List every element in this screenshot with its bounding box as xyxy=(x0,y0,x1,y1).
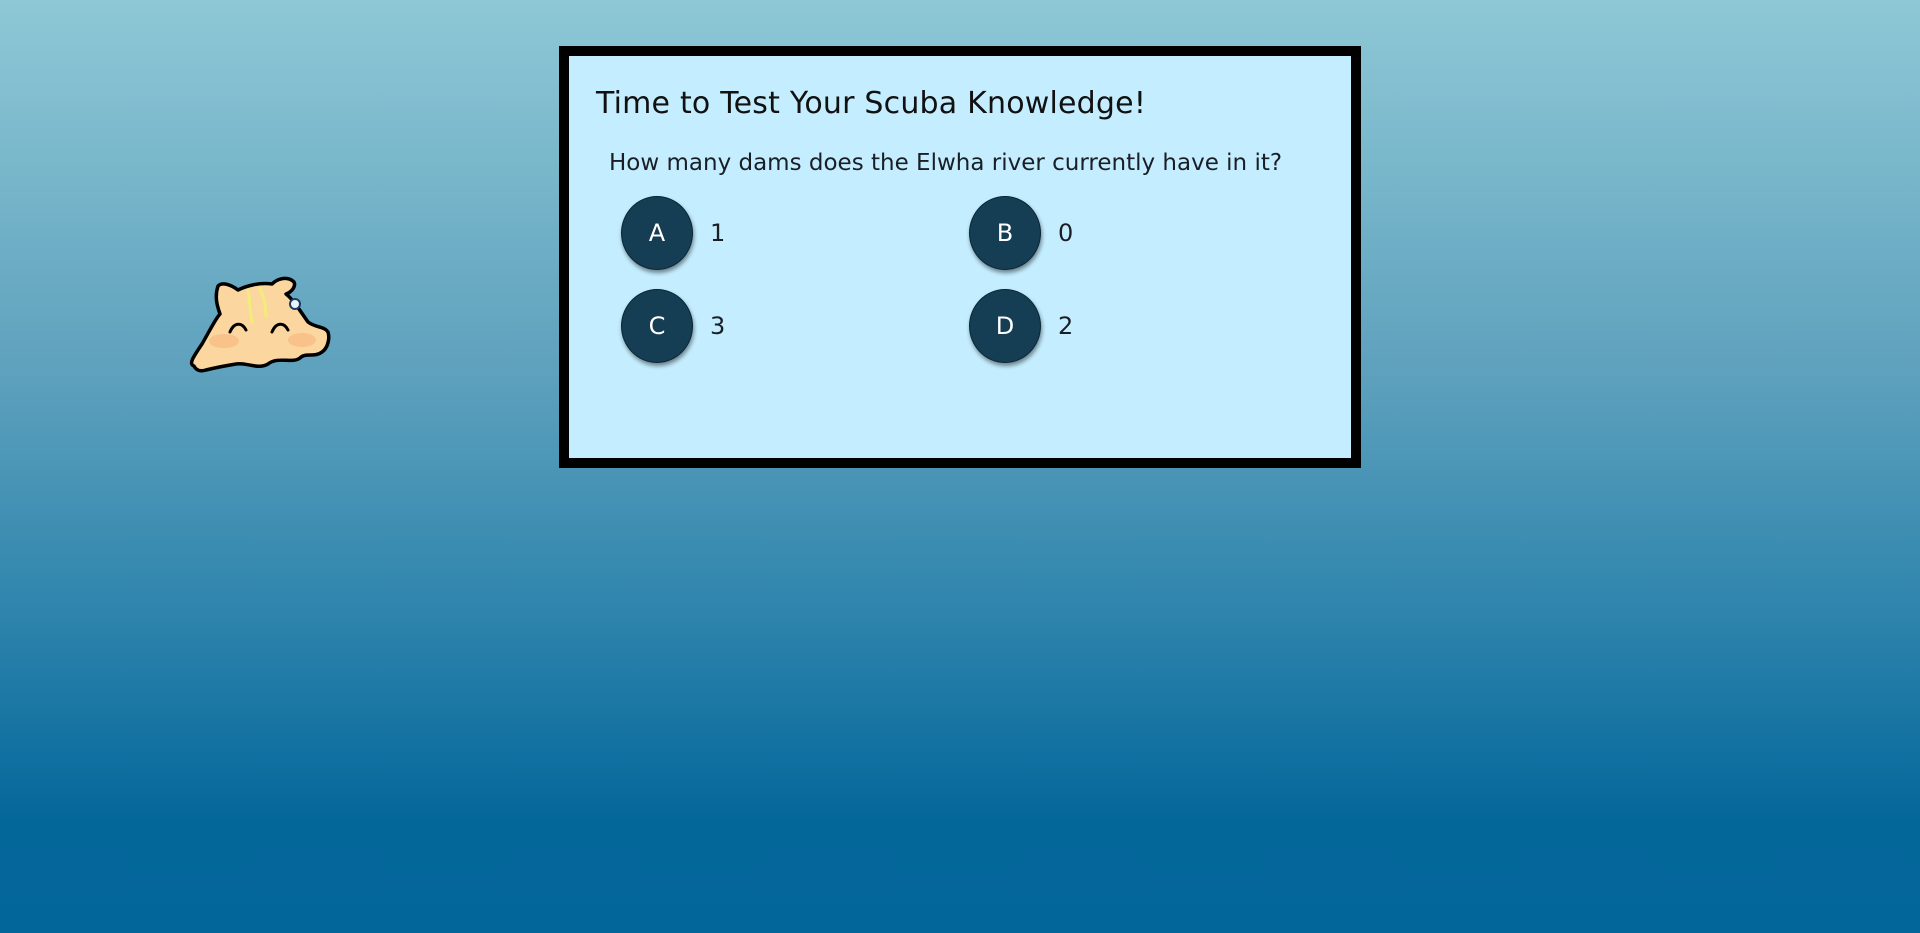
quiz-panel: Time to Test Your Scuba Knowledge! How m… xyxy=(559,46,1361,468)
answer-option-b[interactable]: B 0 xyxy=(969,196,1073,270)
answer-d-button[interactable]: D xyxy=(969,289,1041,363)
answer-b-button[interactable]: B xyxy=(969,196,1041,270)
quiz-question: How many dams does the Elwha river curre… xyxy=(609,150,1283,176)
answer-d-text: 2 xyxy=(1058,312,1074,340)
answer-option-c[interactable]: C 3 xyxy=(621,289,725,363)
answer-option-a[interactable]: A 1 xyxy=(621,196,725,270)
sea-slug-icon xyxy=(189,276,331,373)
answer-c-button[interactable]: C xyxy=(621,289,693,363)
answer-a-text: 1 xyxy=(710,219,726,247)
sea-slug-mascot xyxy=(188,276,348,376)
answer-b-text: 0 xyxy=(1058,219,1074,247)
answer-a-button[interactable]: A xyxy=(621,196,693,270)
answer-c-text: 3 xyxy=(710,312,726,340)
quiz-title: Time to Test Your Scuba Knowledge! xyxy=(596,86,1147,121)
answer-option-d[interactable]: D 2 xyxy=(969,289,1073,363)
